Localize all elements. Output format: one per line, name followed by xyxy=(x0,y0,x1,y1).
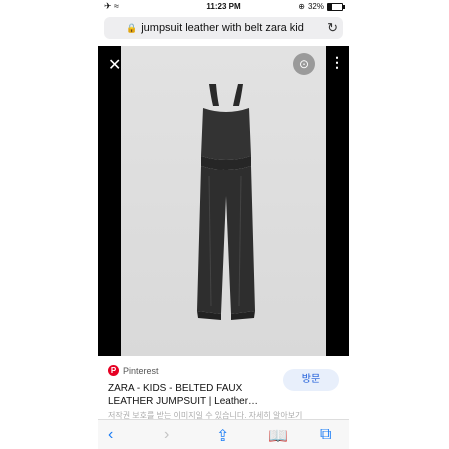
address-bar[interactable]: 🔒 jumpsuit leather with belt zara kid ↻ xyxy=(104,17,343,39)
forward-icon[interactable]: › xyxy=(164,426,169,444)
pinterest-logo-icon: P xyxy=(108,365,119,376)
pin-card: P Pinterest ZARA - KIDS - BELTED FAUX LE… xyxy=(98,356,349,420)
status-right: ⊕ 32% xyxy=(298,2,345,11)
more-options-icon[interactable]: ⋮ xyxy=(330,54,344,71)
product-image[interactable] xyxy=(121,46,326,356)
pin-source[interactable]: P Pinterest xyxy=(108,365,159,376)
bookmarks-icon[interactable]: 📖 xyxy=(268,426,288,446)
status-bar: ✈ ≈ 11:23 PM ⊕ 32% xyxy=(98,0,349,14)
share-icon[interactable]: ⇪ xyxy=(216,426,229,446)
source-name: Pinterest xyxy=(123,365,159,376)
visit-button[interactable]: 방문 xyxy=(283,369,339,391)
jumpsuit-image xyxy=(197,84,255,320)
image-viewer: ✕ ⊙ ⋮ xyxy=(98,46,349,356)
orientation-lock-icon: ⊕ xyxy=(298,2,305,11)
lock-icon: 🔒 xyxy=(126,22,138,33)
address-text: jumpsuit leather with belt zara kid xyxy=(141,22,304,34)
back-icon[interactable]: ‹ xyxy=(108,426,113,444)
bottom-toolbar: ‹ › ⇪ 📖 ⧉ xyxy=(98,419,349,449)
reload-icon[interactable]: ↻ xyxy=(327,20,338,36)
close-icon[interactable]: ✕ xyxy=(108,55,121,75)
visual-search-icon[interactable]: ⊙ xyxy=(293,53,315,75)
tabs-icon[interactable]: ⧉ xyxy=(320,426,331,444)
pin-title[interactable]: ZARA - KIDS - BELTED FAUX LEATHER JUMPSU… xyxy=(108,382,278,408)
phone-screen: ✈ ≈ 11:23 PM ⊕ 32% 🔒 jumpsuit leather wi… xyxy=(98,0,349,449)
battery-percent: 32% xyxy=(307,2,324,11)
battery-icon xyxy=(327,2,345,11)
